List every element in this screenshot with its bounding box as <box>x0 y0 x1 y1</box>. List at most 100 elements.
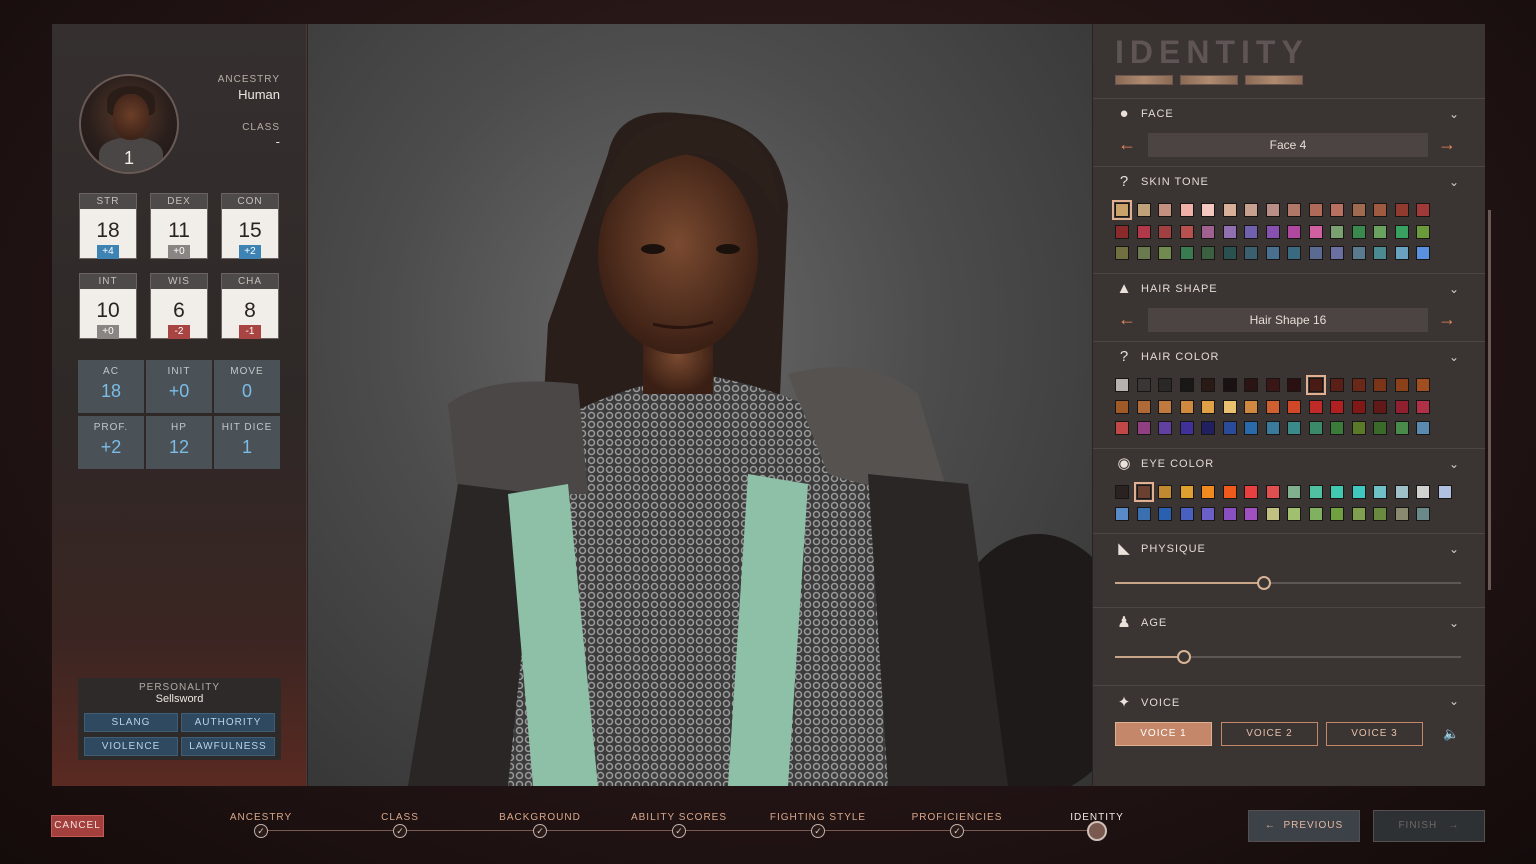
color-swatch[interactable] <box>1265 224 1280 239</box>
color-swatch[interactable] <box>1265 506 1280 521</box>
color-swatch[interactable] <box>1287 378 1301 392</box>
face-next-button[interactable]: → <box>1435 133 1459 157</box>
identity-scrollbar[interactable] <box>1488 210 1491 590</box>
color-swatch[interactable] <box>1287 203 1301 217</box>
color-swatch[interactable] <box>1330 378 1344 392</box>
character-portrait[interactable]: 1 <box>79 74 179 174</box>
color-swatch[interactable] <box>1416 421 1430 435</box>
color-swatch[interactable] <box>1115 246 1129 260</box>
color-swatch[interactable] <box>1158 485 1172 499</box>
color-swatch[interactable] <box>1244 203 1258 217</box>
color-swatch[interactable] <box>1330 246 1344 260</box>
color-swatch[interactable] <box>1136 378 1151 392</box>
color-swatch[interactable] <box>1179 421 1194 435</box>
color-swatch[interactable] <box>1308 506 1323 521</box>
color-swatch[interactable] <box>1351 246 1366 260</box>
color-swatch[interactable] <box>1115 506 1129 521</box>
color-swatch[interactable] <box>1351 203 1366 217</box>
color-swatch[interactable] <box>1308 246 1323 260</box>
color-swatch[interactable] <box>1222 203 1237 217</box>
color-swatch[interactable] <box>1158 378 1172 392</box>
color-swatch[interactable] <box>1158 399 1172 414</box>
color-swatch[interactable] <box>1265 246 1280 260</box>
color-swatch[interactable] <box>1308 485 1323 499</box>
color-swatch[interactable] <box>1330 485 1344 499</box>
color-swatch[interactable] <box>1287 224 1301 239</box>
chevron-down-icon[interactable]: ⌄ <box>1449 175 1459 189</box>
color-swatch[interactable] <box>1305 375 1326 395</box>
color-swatch[interactable] <box>1394 485 1409 499</box>
color-swatch[interactable] <box>1201 421 1215 435</box>
color-swatch[interactable] <box>1373 399 1387 414</box>
chevron-down-icon[interactable]: ⌄ <box>1449 107 1459 121</box>
preset-thumbnail[interactable] <box>1245 75 1303 85</box>
color-swatch[interactable] <box>1308 224 1323 239</box>
chevron-down-icon[interactable]: ⌄ <box>1449 542 1459 556</box>
color-swatch[interactable] <box>1201 203 1215 217</box>
color-swatch[interactable] <box>1437 485 1452 499</box>
color-swatch[interactable] <box>1158 224 1172 239</box>
color-swatch[interactable] <box>1201 399 1215 414</box>
color-swatch[interactable] <box>1351 485 1366 499</box>
color-swatch[interactable] <box>1201 224 1215 239</box>
step-identity[interactable]: IDENTITY <box>1047 796 1147 841</box>
speaker-icon[interactable]: 🔈 <box>1443 726 1459 742</box>
color-swatch[interactable] <box>1136 203 1151 217</box>
voice-2-button[interactable]: VOICE 2 <box>1221 722 1318 746</box>
color-swatch[interactable] <box>1416 399 1430 414</box>
step-ancestry[interactable]: ANCESTRY ✓ <box>211 796 311 838</box>
color-swatch[interactable] <box>1133 482 1154 502</box>
color-swatch[interactable] <box>1351 224 1366 239</box>
color-swatch[interactable] <box>1222 224 1237 239</box>
color-swatch[interactable] <box>1416 506 1430 521</box>
color-swatch[interactable] <box>1244 246 1258 260</box>
color-swatch[interactable] <box>1416 203 1430 217</box>
tag-violence[interactable]: VIOLENCE <box>84 737 178 756</box>
color-swatch[interactable] <box>1394 224 1409 239</box>
color-swatch[interactable] <box>1201 485 1215 499</box>
voice-3-button[interactable]: VOICE 3 <box>1326 722 1423 746</box>
color-swatch[interactable] <box>1373 421 1387 435</box>
tag-authority[interactable]: AUTHORITY <box>181 713 275 732</box>
step-ability-scores[interactable]: ABILITY SCORES ✓ <box>629 796 729 838</box>
step-class[interactable]: CLASS ✓ <box>350 796 450 838</box>
color-swatch[interactable] <box>1136 421 1151 435</box>
color-swatch[interactable] <box>1373 485 1387 499</box>
color-swatch[interactable] <box>1265 421 1280 435</box>
face-prev-button[interactable]: ← <box>1115 133 1139 157</box>
color-swatch[interactable] <box>1179 224 1194 239</box>
color-swatch[interactable] <box>1308 399 1323 414</box>
color-swatch[interactable] <box>1416 378 1430 392</box>
color-swatch[interactable] <box>1222 399 1237 414</box>
color-swatch[interactable] <box>1112 200 1132 220</box>
preset-thumbnail[interactable] <box>1115 75 1173 85</box>
character-3d-viewport[interactable] <box>308 24 1092 786</box>
chevron-down-icon[interactable]: ⌄ <box>1449 350 1459 364</box>
color-swatch[interactable] <box>1179 378 1194 392</box>
chevron-down-icon[interactable]: ⌄ <box>1449 616 1459 630</box>
cancel-button[interactable]: CANCEL <box>51 815 104 837</box>
hair-shape-prev-button[interactable]: ← <box>1115 308 1139 332</box>
color-swatch[interactable] <box>1222 421 1237 435</box>
physique-slider[interactable] <box>1115 576 1461 590</box>
color-swatch[interactable] <box>1222 246 1237 260</box>
age-slider[interactable] <box>1115 650 1461 664</box>
color-swatch[interactable] <box>1244 421 1258 435</box>
color-swatch[interactable] <box>1115 421 1129 435</box>
color-swatch[interactable] <box>1373 224 1387 239</box>
color-swatch[interactable] <box>1373 506 1387 521</box>
color-swatch[interactable] <box>1373 203 1387 217</box>
color-swatch[interactable] <box>1416 224 1430 239</box>
step-background[interactable]: BACKGROUND ✓ <box>490 796 590 838</box>
color-swatch[interactable] <box>1287 399 1301 414</box>
color-swatch[interactable] <box>1158 421 1172 435</box>
color-swatch[interactable] <box>1179 246 1194 260</box>
color-swatch[interactable] <box>1373 246 1387 260</box>
color-swatch[interactable] <box>1244 506 1258 521</box>
color-swatch[interactable] <box>1330 506 1344 521</box>
color-swatch[interactable] <box>1416 246 1430 260</box>
tag-lawfulness[interactable]: LAWFULNESS <box>181 737 275 756</box>
color-swatch[interactable] <box>1308 203 1323 217</box>
age-slider-handle[interactable] <box>1177 650 1192 664</box>
color-swatch[interactable] <box>1351 378 1366 392</box>
